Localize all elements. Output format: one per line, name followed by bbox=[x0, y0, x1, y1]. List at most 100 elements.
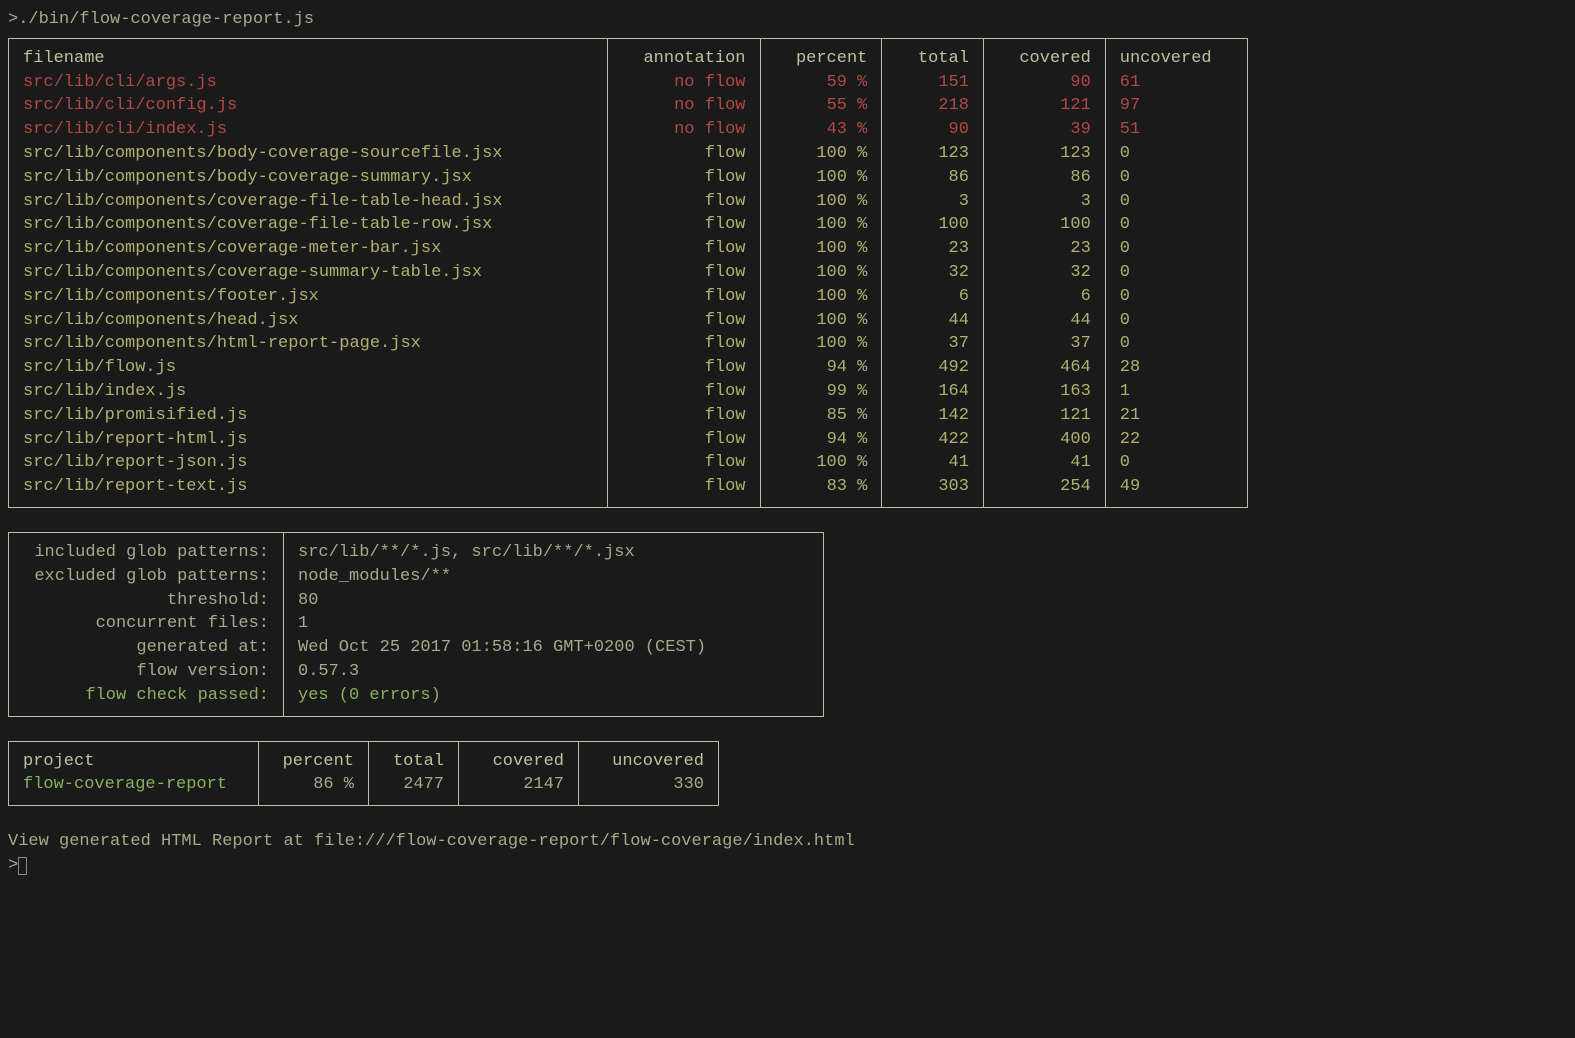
table-row-value: 100 % bbox=[775, 285, 868, 309]
table-row-value: flow bbox=[622, 451, 745, 475]
table-row-value: flow bbox=[622, 213, 745, 237]
table-row-value: src/lib/components/coverage-file-table-h… bbox=[23, 190, 593, 214]
table-row-value: 0 bbox=[1120, 261, 1233, 285]
table-row-value: 100 % bbox=[775, 213, 868, 237]
table-row-value: 37 bbox=[998, 332, 1091, 356]
table-row-value: 100 % bbox=[775, 190, 868, 214]
table-row-value: 0 bbox=[1120, 213, 1233, 237]
summary-col-covered: covered 2147 bbox=[459, 741, 579, 806]
table-row-value: 464 bbox=[998, 356, 1091, 380]
meta-labels: included glob patterns: excluded glob pa… bbox=[9, 532, 284, 716]
table-row-value: 100 % bbox=[775, 332, 868, 356]
table-row-value: 86 bbox=[896, 166, 969, 190]
command-prompt: >./bin/flow-coverage-report.js bbox=[8, 8, 1567, 38]
table-row-value: flow bbox=[622, 237, 745, 261]
table-row-value: src/lib/components/body-coverage-summary… bbox=[23, 166, 593, 190]
table-row-value: 83 % bbox=[775, 475, 868, 499]
table-row-value: src/lib/promisified.js bbox=[23, 404, 593, 428]
table-row-value: flow bbox=[622, 332, 745, 356]
table-row-value: 90 bbox=[896, 118, 969, 142]
table-row-value: no flow bbox=[622, 94, 745, 118]
table-row-value: 142 bbox=[896, 404, 969, 428]
table-row-value: flow bbox=[622, 309, 745, 333]
table-row-value: flow bbox=[622, 166, 745, 190]
table-row-value: flow bbox=[622, 380, 745, 404]
table-row-value: flow bbox=[622, 285, 745, 309]
table-row-value: 0 bbox=[1120, 332, 1233, 356]
table-row-value: 151 bbox=[896, 71, 969, 95]
table-row-value: 492 bbox=[896, 356, 969, 380]
table-row-value: 303 bbox=[896, 475, 969, 499]
table-row-value: 32 bbox=[896, 261, 969, 285]
summary-col-percent: percent 86 % bbox=[259, 741, 369, 806]
table-row-value: 400 bbox=[998, 428, 1091, 452]
table-row-value: 28 bbox=[1120, 356, 1233, 380]
table-row-value: flow bbox=[622, 190, 745, 214]
table-row-value: 0 bbox=[1120, 190, 1233, 214]
table-row-value: 0 bbox=[1120, 309, 1233, 333]
col-annotation: annotation no flowno flowno flowflowflow… bbox=[608, 38, 760, 507]
table-row-value: 32 bbox=[998, 261, 1091, 285]
table-row-value: 100 % bbox=[775, 261, 868, 285]
table-row-value: flow bbox=[622, 142, 745, 166]
table-row-value: 100 % bbox=[775, 237, 868, 261]
table-row-value: 51 bbox=[1120, 118, 1233, 142]
table-row-value: 44 bbox=[896, 309, 969, 333]
table-row-value: 0 bbox=[1120, 451, 1233, 475]
table-row-value: 121 bbox=[998, 94, 1091, 118]
table-row-value: 100 bbox=[998, 213, 1091, 237]
table-row-value: 6 bbox=[896, 285, 969, 309]
table-row-value: 23 bbox=[896, 237, 969, 261]
project-summary-table: project flow-coverage-report percent 86 … bbox=[8, 741, 719, 807]
files-coverage-table: filename src/lib/cli/args.jssrc/lib/cli/… bbox=[8, 38, 1248, 508]
table-row-value: src/lib/components/body-coverage-sourcef… bbox=[23, 142, 593, 166]
table-row-value: no flow bbox=[622, 118, 745, 142]
table-row-value: flow bbox=[622, 428, 745, 452]
table-row-value: src/lib/components/coverage-file-table-r… bbox=[23, 213, 593, 237]
table-row-value: 85 % bbox=[775, 404, 868, 428]
summary-col-total: total 2477 bbox=[369, 741, 459, 806]
meta-values: src/lib/**/*.js, src/lib/**/*.jsx node_m… bbox=[284, 532, 824, 716]
table-row-value: 422 bbox=[896, 428, 969, 452]
table-row-value: src/lib/index.js bbox=[23, 380, 593, 404]
table-row-value: 0 bbox=[1120, 166, 1233, 190]
summary-col-project: project flow-coverage-report bbox=[9, 741, 259, 806]
table-row-value: 23 bbox=[998, 237, 1091, 261]
table-row-value: src/lib/components/head.jsx bbox=[23, 309, 593, 333]
table-row-value: flow bbox=[622, 261, 745, 285]
table-row-value: 100 bbox=[896, 213, 969, 237]
col-uncovered: uncovered 6197510000000002812122049 bbox=[1105, 38, 1247, 507]
table-row-value: 0 bbox=[1120, 285, 1233, 309]
table-row-value: 99 % bbox=[775, 380, 868, 404]
table-row-value: 3 bbox=[998, 190, 1091, 214]
table-row-value: 100 % bbox=[775, 142, 868, 166]
table-row-value: 100 % bbox=[775, 309, 868, 333]
table-row-value: src/lib/cli/args.js bbox=[23, 71, 593, 95]
table-row-value: src/lib/cli/index.js bbox=[23, 118, 593, 142]
table-row-value: 100 % bbox=[775, 166, 868, 190]
col-filename: filename src/lib/cli/args.jssrc/lib/cli/… bbox=[9, 38, 608, 507]
table-row-value: 6 bbox=[998, 285, 1091, 309]
col-total: total 1512189012386310023326443749216414… bbox=[882, 38, 984, 507]
cursor-icon bbox=[18, 857, 27, 875]
table-row-value: 164 bbox=[896, 380, 969, 404]
table-row-value: src/lib/report-json.js bbox=[23, 451, 593, 475]
table-row-value: 94 % bbox=[775, 428, 868, 452]
table-row-value: 163 bbox=[998, 380, 1091, 404]
table-row-value: 100 % bbox=[775, 451, 868, 475]
final-prompt[interactable]: > bbox=[8, 854, 1567, 878]
table-row-value: flow bbox=[622, 404, 745, 428]
table-row-value: src/lib/components/coverage-meter-bar.js… bbox=[23, 237, 593, 261]
col-covered: covered 90121391238631002332644374641631… bbox=[983, 38, 1105, 507]
table-row-value: 123 bbox=[998, 142, 1091, 166]
table-row-value: src/lib/components/coverage-summary-tabl… bbox=[23, 261, 593, 285]
table-row-value: src/lib/components/footer.jsx bbox=[23, 285, 593, 309]
table-header-row: filename src/lib/cli/args.jssrc/lib/cli/… bbox=[9, 38, 1248, 507]
table-row-value: 37 bbox=[896, 332, 969, 356]
table-row-value: 123 bbox=[896, 142, 969, 166]
table-row-value: 218 bbox=[896, 94, 969, 118]
table-row-value: 39 bbox=[998, 118, 1091, 142]
table-row-value: flow bbox=[622, 356, 745, 380]
table-row-value: 0 bbox=[1120, 142, 1233, 166]
table-row-value: 1 bbox=[1120, 380, 1233, 404]
